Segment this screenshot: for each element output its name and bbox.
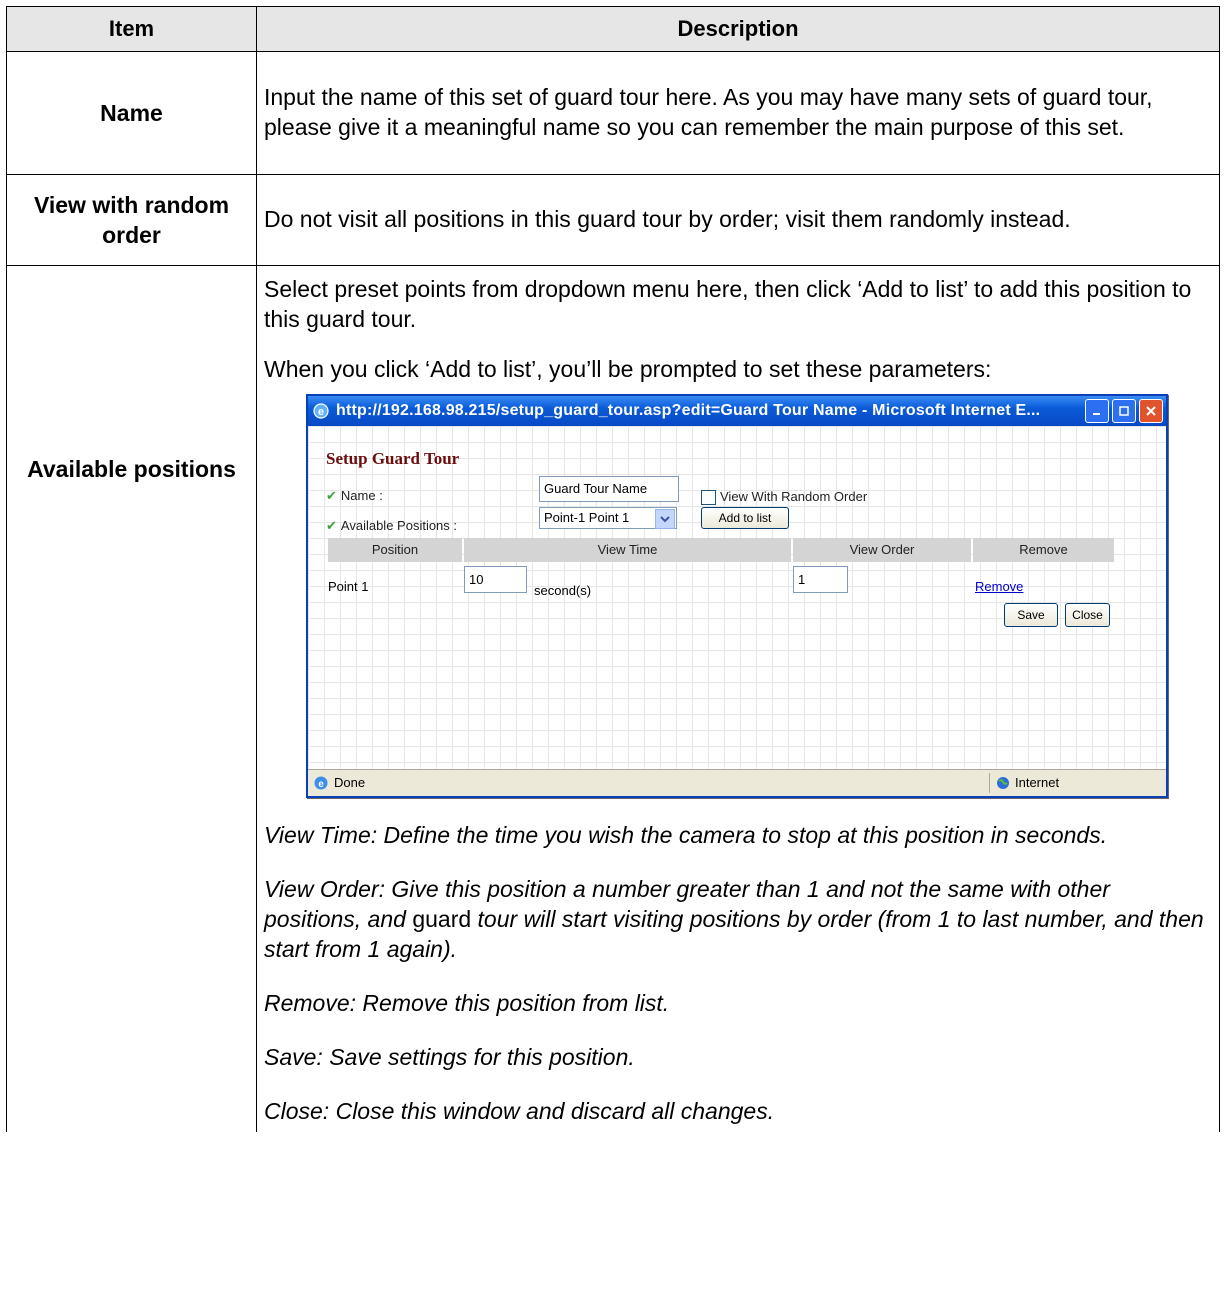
save-explanation: Save: Save settings for this position. <box>264 1044 635 1070</box>
positions-selected: Point-1 Point 1 <box>544 510 630 525</box>
minimize-icon <box>1093 413 1100 415</box>
svg-text:e: e <box>318 779 324 790</box>
view-order-explanation: View Order: Give this position a number … <box>264 874 1211 964</box>
intro-paragraph-2: When you click ‘Add to list’, you’ll be … <box>264 356 992 382</box>
maximize-button[interactable] <box>1112 399 1136 423</box>
description-name: Input the name of this set of guard tour… <box>256 51 1220 175</box>
view-time-unit: second(s) <box>534 583 592 598</box>
table-header-row: Item Description <box>6 6 1220 52</box>
view-order-text-part: guard <box>412 906 472 932</box>
ie-page-icon: e <box>314 776 328 790</box>
header-item: Item <box>6 6 257 52</box>
close-icon <box>1146 406 1156 416</box>
status-done: Done <box>334 775 366 790</box>
item-name: Name <box>6 51 257 175</box>
ie-logo-icon: e <box>313 403 329 419</box>
setup-heading: Setup Guard Tour <box>326 449 460 468</box>
view-order-input[interactable]: 1 <box>793 566 848 593</box>
item-available-positions: Available positions <box>6 265 257 1132</box>
remove-link[interactable]: Remove <box>975 572 1023 602</box>
status-zone: Internet <box>989 773 1166 793</box>
name-input[interactable]: Guard Tour Name <box>539 476 679 502</box>
random-order-checkbox[interactable] <box>701 489 716 505</box>
col-position: Position <box>328 538 462 562</box>
intro-paragraph-1: Select preset points from dropdown menu … <box>264 276 1192 332</box>
status-bar: e Done Internet <box>308 769 1166 796</box>
table-row: Name Input the name of this set of guard… <box>6 51 1220 175</box>
col-view-order: View Order <box>793 538 971 562</box>
table-row: Available positions Select preset points… <box>6 265 1220 1132</box>
window-title: http://192.168.98.215/setup_guard_tour.a… <box>336 402 1041 419</box>
add-to-list-button[interactable]: Add to list <box>701 507 789 529</box>
col-remove: Remove <box>973 538 1114 562</box>
col-view-time: View Time <box>464 538 791 562</box>
setup-guard-tour-form: Setup Guard Tour ✔ Name : Guard Tour Nam… <box>308 426 1166 770</box>
embedded-browser-window: e http://192.168.98.215/setup_guard_tour… <box>306 394 1168 798</box>
description-random-order: Do not visit all positions in this guard… <box>256 174 1220 266</box>
description-available-positions: Select preset points from dropdown menu … <box>256 265 1220 1132</box>
view-time-explanation: View Time: Define the time you wish the … <box>264 822 1108 848</box>
header-description: Description <box>256 6 1220 52</box>
name-label: Name : <box>340 488 383 503</box>
item-random-order: View with random order <box>6 174 257 266</box>
globe-icon <box>997 777 1009 789</box>
window-title-bar: e http://192.168.98.215/setup_guard_tour… <box>308 396 1166 426</box>
row-position: Point 1 <box>328 579 369 594</box>
table-row: View with random order Do not visit all … <box>6 174 1220 266</box>
document-page: Item Description Name Input the name of … <box>0 0 1225 1302</box>
save-button[interactable]: Save <box>1004 603 1058 627</box>
description-table: Item Description Name Input the name of … <box>6 6 1220 1132</box>
minimize-button[interactable] <box>1085 399 1109 423</box>
close-explanation: Close: Close this window and discard all… <box>264 1098 775 1124</box>
dropdown-arrow-icon[interactable] <box>655 509 675 529</box>
maximize-icon <box>1119 406 1129 416</box>
remove-explanation: Remove: Remove this position from list. <box>264 990 670 1016</box>
checkmark-icon: ✔ <box>326 518 337 533</box>
close-window-button[interactable] <box>1139 399 1163 423</box>
name-label-row: ✔ Name : <box>326 481 383 511</box>
checkmark-icon: ✔ <box>326 488 337 503</box>
view-time-input[interactable]: 10 <box>464 566 527 593</box>
close-button[interactable]: Close <box>1065 603 1110 627</box>
svg-text:e: e <box>318 406 324 418</box>
status-internet: Internet <box>1015 775 1060 790</box>
positions-select[interactable]: Point-1 Point 1 <box>539 507 677 529</box>
